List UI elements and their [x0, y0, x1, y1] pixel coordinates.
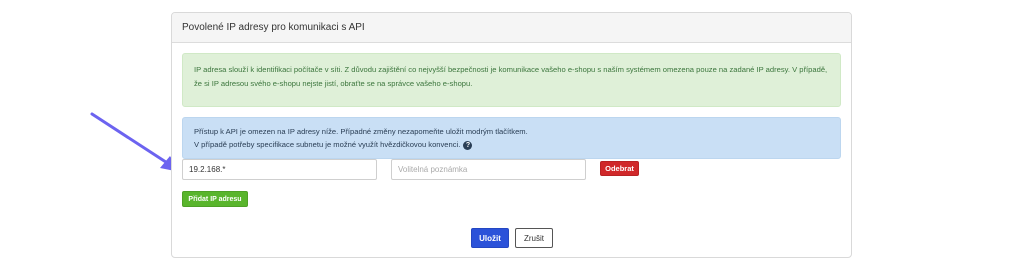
info-line-2-wrap: V případě potřeby specifikace subnetu je…: [194, 138, 829, 151]
info-line-2: V případě potřeby specifikace subnetu je…: [194, 140, 461, 149]
panel-title: Povolené IP adresy pro komunikaci s API: [172, 13, 851, 43]
remove-button[interactable]: Odebrat: [600, 161, 639, 176]
info-alert-blue: Přístup k API je omezen na IP adresy níž…: [182, 117, 841, 159]
api-ip-panel: Povolené IP adresy pro komunikaci s API …: [171, 12, 852, 258]
info-alert-success: IP adresa slouží k identifikaci počítače…: [182, 53, 841, 107]
note-input[interactable]: [391, 159, 586, 180]
save-button[interactable]: Uložit: [471, 228, 509, 248]
add-ip-button[interactable]: Přidat IP adresu: [182, 191, 248, 207]
cancel-button[interactable]: Zrušit: [515, 228, 553, 248]
ip-address-input[interactable]: [182, 159, 377, 180]
success-alert-text: IP adresa slouží k identifikaci počítače…: [194, 65, 828, 88]
info-line-1: Přístup k API je omezen na IP adresy níž…: [194, 127, 528, 136]
question-circle-icon[interactable]: ?: [463, 140, 473, 150]
